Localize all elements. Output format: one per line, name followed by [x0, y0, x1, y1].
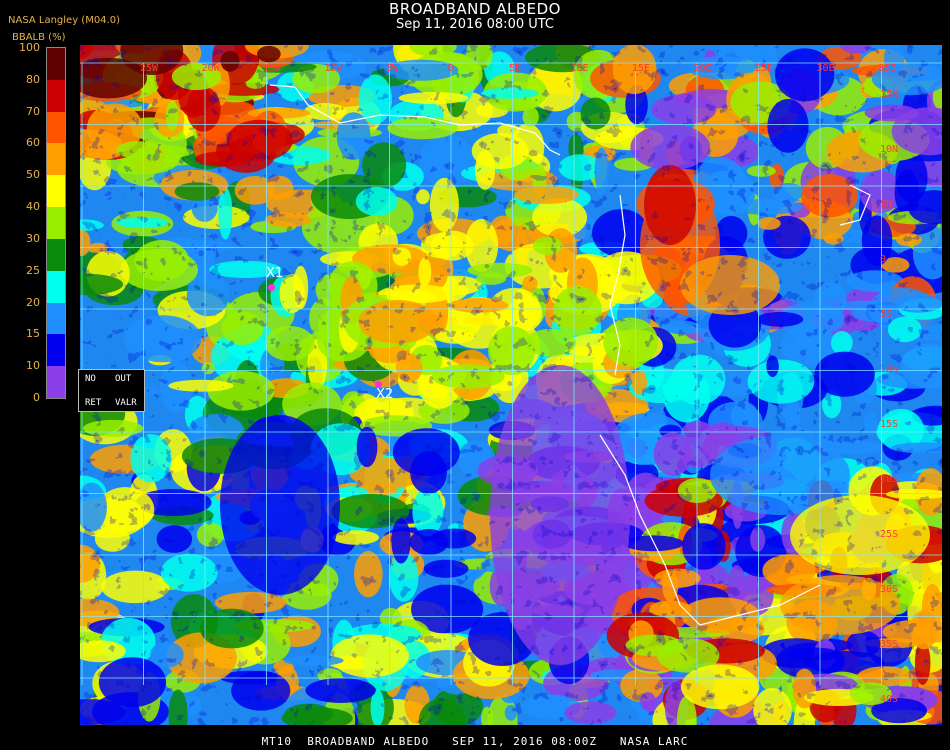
latitude-label: 15S — [880, 419, 898, 430]
latitude-label: 30S — [880, 584, 898, 595]
longitude-label: 20E — [694, 63, 712, 74]
colorbar-tick-label: 15 — [26, 327, 40, 341]
colorbar-segment — [47, 366, 65, 399]
marker-x2-label: X2 — [376, 387, 394, 402]
longitude-label: 15W — [263, 63, 282, 74]
colorbar-tick-label: 100 — [19, 41, 40, 54]
latitude-label: 10N — [880, 144, 898, 155]
latitude-label: 5S — [880, 309, 892, 320]
colorbar-tick-label: 25 — [26, 263, 40, 277]
longitude-label: 30E — [817, 63, 835, 74]
colorbar-tick-label: 70 — [26, 104, 40, 118]
longitude-label: 20W — [202, 63, 221, 74]
colorbar-tick-label: 40 — [26, 200, 40, 214]
latitude-label: 40S — [880, 694, 898, 705]
albedo-field: 25W 20W 15W 10W 5W 0 5E 10E 15E 20E 25E 30E 35E 15N 10… — [80, 45, 942, 725]
latitude-label: 20S — [880, 474, 898, 485]
colorbar-tick-label: 50 — [26, 168, 40, 182]
latitude-label: 15N — [880, 89, 898, 100]
colorbar-tick-label: 60 — [26, 136, 40, 150]
ret-button[interactable]: RET — [85, 398, 101, 408]
image-timestamp: Sep 11, 2016 08:00 UTC — [395, 17, 555, 32]
latitude-label: 10S — [880, 364, 898, 375]
colorbar-tick-label: 0 — [33, 391, 40, 404]
colorbar-segment — [47, 175, 65, 208]
longitude-label: 10E — [571, 63, 589, 74]
colorbar-segment — [47, 238, 65, 272]
no-button[interactable]: NO — [85, 374, 96, 384]
colorbar-segment — [47, 79, 65, 113]
latitude-label: 5N — [880, 199, 892, 210]
colorbar-tick-label: 10 — [26, 359, 40, 373]
longitude-label: 25W — [140, 63, 159, 74]
colorbar-segment — [47, 143, 65, 176]
colorbar-tick-label: 80 — [26, 72, 40, 86]
marker-x1-dot[interactable] — [268, 284, 275, 291]
colorbar-segment — [47, 207, 65, 240]
colorbar-segment — [47, 334, 65, 367]
control-panel: NO OUT RET VALR — [78, 369, 145, 412]
longitude-label: 0 — [448, 63, 454, 74]
marker-x1-label: X1 — [266, 266, 284, 281]
longitude-label: 10W — [325, 63, 344, 74]
valr-button[interactable]: VALR — [115, 398, 137, 408]
latitude-label: 35S — [880, 639, 898, 650]
colorbar-segment — [47, 111, 65, 144]
speckle-texture — [80, 45, 942, 725]
colorbar-tick-label: 30 — [26, 231, 40, 245]
image-title: BROADBAND ALBEDO — [389, 0, 561, 18]
longitude-label: 5E — [509, 63, 521, 74]
provider-label: NASA Langley (M04.0) — [8, 15, 120, 26]
colorbar-segment — [47, 302, 65, 335]
footer-caption: MT10 BROADBAND ALBEDO SEP 11, 2016 08:00… — [261, 735, 689, 748]
longitude-label: 35E — [878, 63, 896, 74]
colorbar-segment — [47, 48, 65, 81]
longitude-label: 15E — [632, 63, 650, 74]
longitude-label: 5W — [386, 63, 399, 74]
out-button[interactable]: OUT — [115, 374, 131, 384]
colorbar-tick-label: 20 — [26, 295, 40, 309]
albedo-map[interactable]: 25W 20W 15W 10W 5W 0 5E 10E 15E 20E 25E 30E 35E 15N 10… — [80, 45, 942, 725]
latitude-label: 25S — [880, 529, 898, 540]
longitude-label: 25E — [755, 63, 773, 74]
latitude-label: 0 — [880, 254, 886, 265]
colorbar — [46, 47, 66, 399]
colorbar-segment — [47, 270, 65, 304]
cloud-patches — [80, 45, 942, 725]
